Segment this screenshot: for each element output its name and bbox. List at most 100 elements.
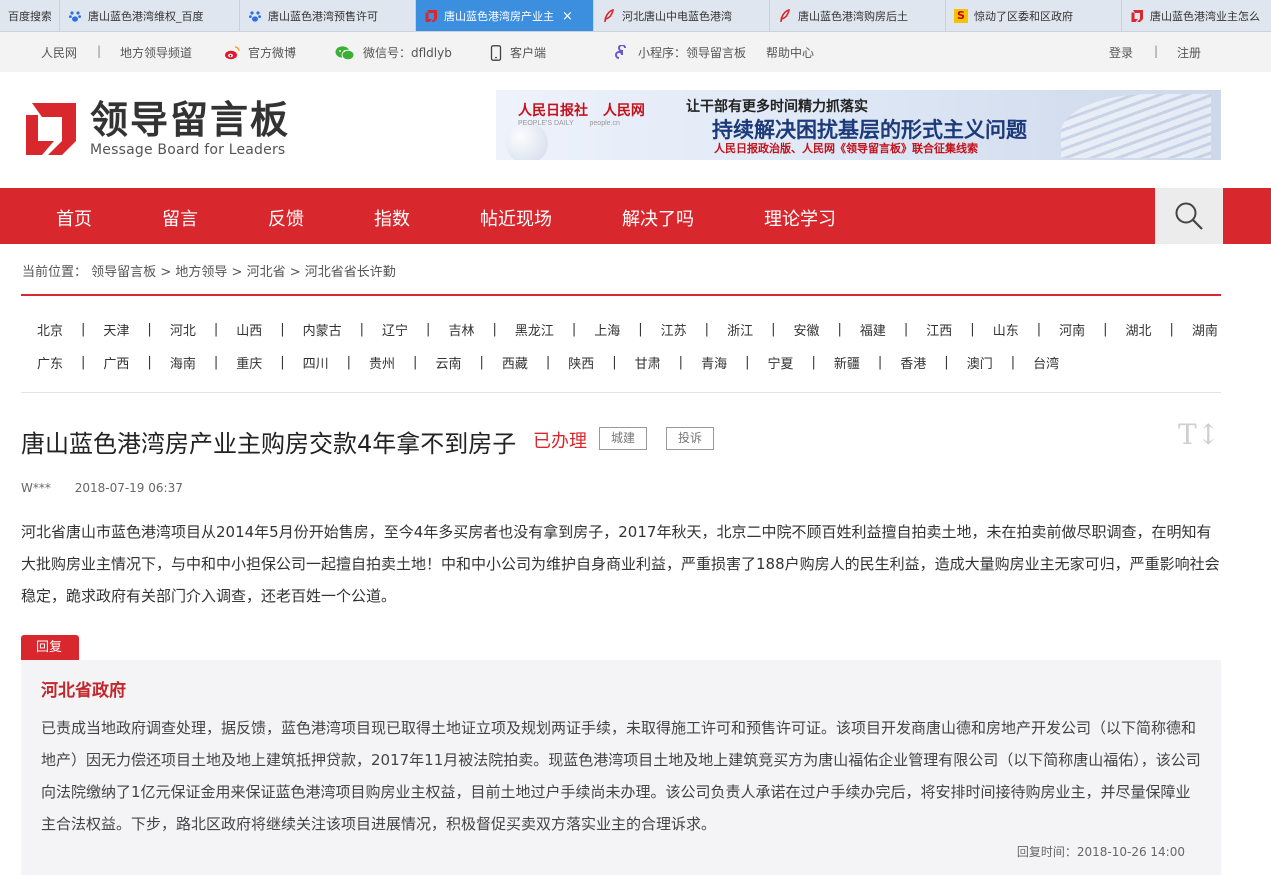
breadcrumb-item[interactable]: 地方领导 bbox=[175, 265, 227, 280]
province-link[interactable]: 贵州 bbox=[369, 353, 395, 372]
province-link[interactable]: 上海 bbox=[594, 320, 620, 339]
browser-tab[interactable]: 河北唐山中电蓝色港湾 bbox=[594, 0, 770, 31]
province-link[interactable]: 福建 bbox=[860, 320, 886, 339]
message-body: 河北省唐山市蓝色港湾项目从2014年5月份开始售房，至今4年多买房者也没有拿到房… bbox=[21, 523, 1220, 605]
province-link[interactable]: 澳门 bbox=[967, 353, 993, 372]
province-link[interactable]: 香港 bbox=[900, 353, 926, 372]
type-tag[interactable]: 投诉 bbox=[666, 427, 715, 450]
browser-tab[interactable]: S 惊动了区委和区政府 bbox=[946, 0, 1122, 31]
weibo-label: 官方微博 bbox=[248, 46, 297, 60]
miniapp-link[interactable]: 小程序：领导留言板 bbox=[614, 44, 746, 61]
province-link[interactable]: 甘肃 bbox=[635, 353, 661, 372]
wechat-link[interactable]: 微信号：dfldlyb bbox=[335, 44, 452, 61]
province-link[interactable]: 宁夏 bbox=[767, 353, 793, 372]
logo-subtitle: Message Board for Leaders bbox=[90, 142, 286, 158]
mobile-phone-icon bbox=[490, 44, 502, 61]
login-link[interactable]: 登录 bbox=[1109, 44, 1133, 61]
message-meta: W*** 2018-07-19 06:37 bbox=[21, 481, 183, 495]
browser-tab[interactable]: 百度搜索 bbox=[0, 0, 60, 31]
province-link[interactable]: 台湾 bbox=[1033, 353, 1059, 372]
nav-index[interactable]: 指数 bbox=[374, 205, 410, 231]
province-link[interactable]: 天津 bbox=[103, 320, 129, 339]
province-link[interactable]: 内蒙古 bbox=[303, 320, 342, 339]
province-link[interactable]: 西藏 bbox=[502, 353, 528, 372]
province-link[interactable]: 吉林 bbox=[448, 320, 474, 339]
province-link[interactable]: 江西 bbox=[926, 320, 952, 339]
tab-title: 唐山蓝色港湾维权_百度 bbox=[88, 10, 204, 23]
site-logo[interactable]: 领导留言板 Message Board for Leaders bbox=[24, 100, 290, 158]
province-link[interactable]: 安徽 bbox=[793, 320, 819, 339]
nav-feedback[interactable]: 反馈 bbox=[268, 205, 304, 231]
province-link[interactable]: 湖北 bbox=[1126, 320, 1152, 339]
rmw-logo-en: people.cn bbox=[589, 120, 620, 127]
breadcrumb-item[interactable]: 河北省 bbox=[247, 265, 286, 280]
province-link[interactable]: 河北 bbox=[170, 320, 196, 339]
separator: | bbox=[970, 322, 975, 337]
browser-tab[interactable]: 唐山蓝色港湾购房后土 bbox=[770, 0, 946, 31]
separator: | bbox=[612, 355, 617, 370]
tab-title: 百度搜索 bbox=[8, 10, 51, 23]
search-button[interactable] bbox=[1155, 188, 1223, 244]
province-link[interactable]: 浙江 bbox=[727, 320, 753, 339]
province-link[interactable]: 青海 bbox=[701, 353, 727, 372]
province-link[interactable]: 陕西 bbox=[568, 353, 594, 372]
tab-title: 唐山蓝色港湾预售许可 bbox=[268, 10, 378, 23]
breadcrumb-item[interactable]: 河北省省长许勤 bbox=[305, 265, 396, 280]
nav-on-site[interactable]: 帖近现场 bbox=[480, 205, 552, 231]
client-app-link[interactable]: 客户端 bbox=[490, 44, 546, 61]
separator: | bbox=[81, 355, 86, 370]
province-link[interactable]: 广东 bbox=[37, 353, 63, 372]
banner-media-logos: 人民日报社 人民网 PEOPLE'S DAILY people.cn bbox=[518, 100, 645, 127]
author: W*** bbox=[21, 481, 51, 495]
font-size-toggle[interactable]: T↕ bbox=[1178, 418, 1220, 451]
weibo-link[interactable]: 官方微博 bbox=[224, 44, 296, 61]
people-net-link[interactable]: 人民网 bbox=[41, 44, 77, 61]
tab-favicon-icon bbox=[1130, 9, 1144, 23]
tab-favicon-icon bbox=[602, 9, 616, 23]
tab-favicon-icon bbox=[248, 9, 262, 23]
browser-tab[interactable]: 唐山蓝色港湾维权_百度 bbox=[60, 0, 240, 31]
tab-close-icon[interactable]: × bbox=[562, 9, 573, 24]
province-link[interactable]: 辽宁 bbox=[382, 320, 408, 339]
province-link[interactable]: 山东 bbox=[993, 320, 1019, 339]
province-link[interactable]: 山西 bbox=[236, 320, 262, 339]
nav-theory-study[interactable]: 理论学习 bbox=[764, 205, 836, 231]
reply-tag: 回复 bbox=[21, 635, 79, 660]
mini-program-icon bbox=[615, 44, 626, 59]
category-tag[interactable]: 城建 bbox=[599, 427, 648, 450]
register-link[interactable]: 注册 bbox=[1177, 44, 1201, 61]
message-title: 唐山蓝色港湾房产业主购房交款4年拿不到房子 bbox=[21, 430, 517, 458]
local-channel-link[interactable]: 地方领导频道 bbox=[120, 44, 192, 61]
separator: | bbox=[147, 355, 152, 370]
province-link[interactable]: 重庆 bbox=[236, 353, 262, 372]
nav-home[interactable]: 首页 bbox=[56, 205, 92, 231]
province-link[interactable]: 江苏 bbox=[661, 320, 687, 339]
tab-favicon-icon bbox=[68, 9, 82, 23]
breadcrumb-item[interactable]: 领导留言板 bbox=[91, 265, 156, 280]
rmrb-logo: 人民日报社 bbox=[518, 103, 588, 119]
help-center-link[interactable]: 帮助中心 bbox=[766, 44, 814, 61]
campaign-banner[interactable]: 人民日报社 人民网 PEOPLE'S DAILY people.cn 让干部有更… bbox=[496, 90, 1221, 160]
province-link[interactable]: 新疆 bbox=[834, 353, 860, 372]
banner-line-3: 人民日报政治版、人民网《领导留言板》联合征集线索 bbox=[714, 142, 978, 155]
province-link[interactable]: 海南 bbox=[170, 353, 196, 372]
browser-tab[interactable]: 唐山蓝色港湾房产业主 × bbox=[416, 0, 594, 31]
province-link[interactable]: 黑龙江 bbox=[515, 320, 554, 339]
browser-tab[interactable]: 唐山蓝色港湾业主怎么 bbox=[1122, 0, 1271, 31]
separator: | bbox=[903, 322, 909, 337]
status-badge: 已办理 bbox=[533, 431, 587, 452]
province-link[interactable]: 云南 bbox=[435, 353, 461, 372]
province-link[interactable]: 广西 bbox=[103, 353, 129, 372]
divider bbox=[21, 294, 1221, 296]
nav-resolved[interactable]: 解决了吗 bbox=[622, 205, 694, 231]
province-link[interactable]: 四川 bbox=[303, 353, 329, 372]
province-link[interactable]: 北京 bbox=[37, 320, 63, 339]
separator: | bbox=[811, 355, 816, 370]
miniapp-label: 小程序：领导留言板 bbox=[638, 46, 747, 60]
browser-tab[interactable]: 唐山蓝色港湾预售许可 bbox=[240, 0, 416, 31]
province-link[interactable]: 河南 bbox=[1059, 320, 1085, 339]
province-link[interactable]: 湖南 bbox=[1192, 320, 1218, 339]
separator: | bbox=[771, 322, 776, 337]
nav-messages[interactable]: 留言 bbox=[162, 205, 198, 231]
separator: | bbox=[571, 322, 577, 337]
